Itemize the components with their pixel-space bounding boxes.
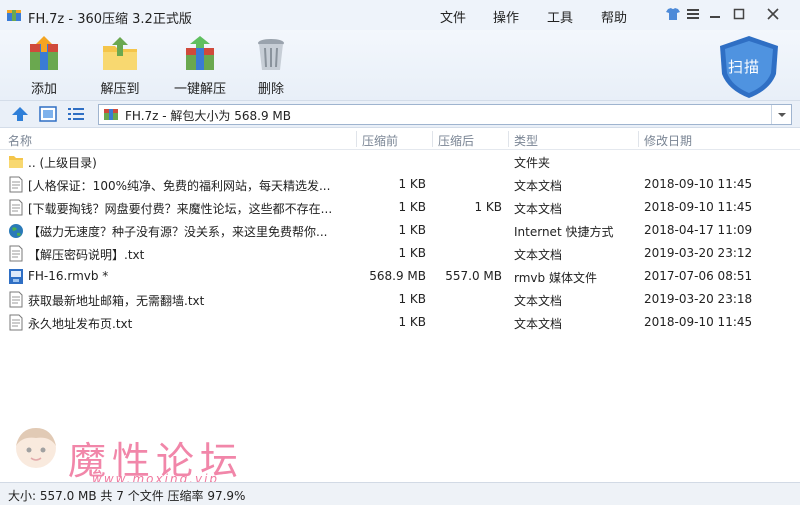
list-view-icon[interactable] [66, 105, 86, 123]
skin-icon[interactable] [662, 4, 684, 24]
column-divider[interactable] [356, 131, 357, 147]
file-name: 【磁力无速度？种子没有源？没关系，来这里免费帮你... [28, 225, 328, 239]
file-name: 永久地址发布页.txt [28, 317, 133, 331]
column-header: 名称 压缩前 压缩后 类型 修改日期 [0, 128, 800, 150]
menu-file[interactable]: 文件 [440, 7, 466, 26]
column-packed[interactable]: 压缩后 [438, 132, 474, 149]
column-divider[interactable] [638, 131, 639, 147]
window-title: FH.7z - 360压缩 3.2正式版 [28, 12, 192, 27]
scan-button[interactable]: 扫描 [714, 34, 784, 100]
menu-dropdown-icon[interactable] [682, 4, 704, 24]
folder-icon [9, 156, 23, 168]
file-type: 文本文档 [514, 202, 563, 216]
text-file-icon [9, 199, 23, 216]
mascot-icon [16, 428, 56, 468]
file-row[interactable]: 获取最新地址邮箱，无需翻墙.txt 1 KB 文本文档 2019-03-20 2… [0, 288, 800, 311]
add-button[interactable]: 添加 [9, 32, 79, 98]
status-text: 大小: 557.0 MB 共 7 个文件 压缩率 97.9% [8, 489, 246, 503]
file-row[interactable]: 【磁力无速度？种子没有源？没关系，来这里免费帮你... 1 KB Interne… [0, 219, 800, 242]
file-name: [人格保证：100%纯净、免费的福利网站，每天精选发... [28, 179, 331, 193]
internet-shortcut-icon [9, 224, 23, 238]
extract-to-button[interactable]: 解压到 [85, 32, 155, 98]
file-size: 1 KB [398, 292, 426, 306]
column-name[interactable]: 名称 [8, 132, 32, 149]
file-type: rmvb 媒体文件 [514, 271, 597, 285]
close-icon[interactable] [762, 4, 784, 24]
file-type: 文本文档 [514, 179, 563, 193]
file-packed-size: 557.0 MB [445, 269, 502, 283]
file-packed-size: 1 KB [474, 200, 502, 214]
menu-tools[interactable]: 工具 [547, 7, 573, 26]
delete-button[interactable]: 删除 [236, 32, 306, 98]
path-dropdown-icon[interactable] [771, 105, 791, 124]
up-arrow-icon[interactable] [10, 105, 30, 123]
delete-label: 删除 [257, 82, 284, 97]
file-date: 2019-03-20 23:18 [644, 292, 753, 306]
maximize-icon[interactable] [728, 4, 750, 24]
file-type: 文件夹 [514, 156, 551, 170]
file-date: 2017-07-06 08:51 [644, 269, 753, 283]
text-file-icon [9, 176, 23, 193]
file-date: 2018-09-10 11:45 [644, 200, 753, 214]
file-type: 文本文档 [514, 248, 563, 262]
file-date: 2019-03-20 23:12 [644, 246, 753, 260]
file-row[interactable]: FH-16.rmvb * 568.9 MB 557.0 MB rmvb 媒体文件… [0, 265, 800, 288]
column-type[interactable]: 类型 [514, 132, 538, 149]
one-click-extract-button[interactable]: 一键解压 [165, 32, 235, 98]
path-field[interactable]: FH.7z - 解包大小为 568.9 MB [98, 104, 792, 125]
file-date: 2018-09-10 11:45 [644, 177, 753, 191]
add-archive-icon [30, 36, 58, 70]
file-name: 【解压密码说明】.txt [28, 248, 145, 262]
file-name: 获取最新地址邮箱，无需翻墙.txt [28, 294, 205, 308]
text-file-icon [9, 245, 23, 262]
watermark: 魔性论坛 www.moxing.vip [10, 424, 270, 486]
archive-icon [104, 109, 118, 120]
toolbar: 添加 解压到 一键解压 删除 扫描 [0, 30, 800, 100]
file-type: Internet 快捷方式 [514, 225, 614, 239]
file-name: FH-16.rmvb * [28, 269, 109, 283]
scan-label: 扫描 [728, 58, 761, 76]
minimize-icon[interactable] [704, 4, 726, 24]
menu-operate[interactable]: 操作 [493, 7, 519, 26]
path-text: FH.7z - 解包大小为 568.9 MB [125, 109, 291, 123]
file-name: [下载要掏钱？网盘要付费？来魔性论坛，这些都不存在... [28, 202, 333, 216]
large-icons-view-icon[interactable] [38, 105, 58, 123]
text-file-icon [9, 291, 23, 308]
add-label: 添加 [30, 82, 57, 97]
file-row[interactable]: [人格保证：100%纯净、免费的福利网站，每天精选发... 1 KB 文本文档 … [0, 173, 800, 196]
file-size: 1 KB [398, 246, 426, 260]
extract-folder-icon [103, 37, 137, 70]
video-file-icon [9, 269, 23, 284]
title-bar: FH.7z - 360压缩 3.2正式版 文件 操作 工具 帮助 [0, 0, 800, 30]
file-size: 568.9 MB [369, 269, 426, 283]
column-divider[interactable] [508, 131, 509, 147]
file-row[interactable]: 永久地址发布页.txt 1 KB 文本文档 2018-09-10 11:45 [0, 311, 800, 334]
file-size: 1 KB [398, 177, 426, 191]
file-row[interactable]: 【解压密码说明】.txt 1 KB 文本文档 2019-03-20 23:12 [0, 242, 800, 265]
file-type: 文本文档 [514, 294, 563, 308]
text-file-icon [9, 314, 23, 331]
file-type: 文本文档 [514, 317, 563, 331]
column-divider[interactable] [432, 131, 433, 147]
file-name: .. (上级目录) [28, 156, 97, 170]
menu-help[interactable]: 帮助 [601, 7, 627, 26]
column-date[interactable]: 修改日期 [644, 132, 692, 149]
one-click-extract-icon [186, 36, 214, 70]
extract-to-label: 解压到 [100, 82, 140, 97]
file-date: 2018-04-17 11:09 [644, 223, 753, 237]
status-bar: 大小: 557.0 MB 共 7 个文件 压缩率 97.9% [0, 482, 800, 505]
file-size: 1 KB [398, 223, 426, 237]
file-size: 1 KB [398, 200, 426, 214]
parent-folder-row[interactable]: .. (上级目录) 文件夹 [0, 150, 800, 173]
one-click-extract-label: 一键解压 [173, 82, 226, 97]
column-size[interactable]: 压缩前 [362, 132, 398, 149]
trash-icon [258, 39, 284, 70]
file-date: 2018-09-10 11:45 [644, 315, 753, 329]
app-logo-icon [7, 10, 21, 21]
address-bar: FH.7z - 解包大小为 568.9 MB [0, 100, 800, 128]
file-size: 1 KB [398, 315, 426, 329]
file-row[interactable]: [下载要掏钱？网盘要付费？来魔性论坛，这些都不存在... 1 KB 1 KB 文… [0, 196, 800, 219]
